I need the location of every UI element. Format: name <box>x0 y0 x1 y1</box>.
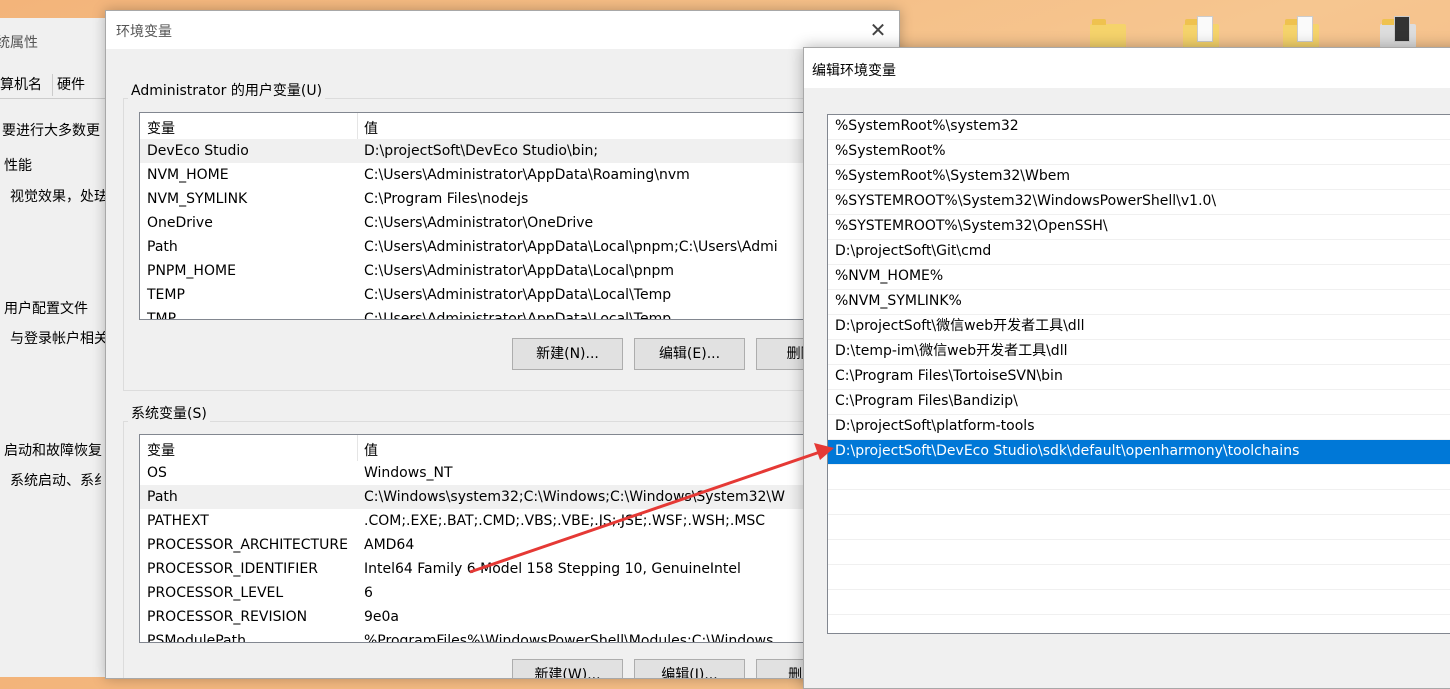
table-row[interactable]: NVM_HOME C:\Users\Administrator\AppData\R… <box>140 163 840 187</box>
startup-heading: 启动和故障恢复 <box>4 443 102 459</box>
list-item[interactable]: %SystemRoot% <box>828 140 1450 165</box>
user-vars-label: Administrator 的用户变量(U) <box>128 80 326 100</box>
system-edit-button[interactable]: 编辑(I)... <box>634 659 745 678</box>
empty-row[interactable] <box>828 540 1450 565</box>
table-row[interactable]: PSModulePath %ProgramFiles%\WindowsPowerS… <box>140 629 840 642</box>
window-title: 统属性 <box>0 35 38 51</box>
list-item[interactable]: C:\Program Files\Bandizip\ <box>828 390 1450 415</box>
close-icon[interactable]: ✕ <box>865 17 891 43</box>
window-title: 环境变量 <box>116 24 172 40</box>
empty-row[interactable] <box>828 490 1450 515</box>
empty-row[interactable] <box>828 565 1450 590</box>
list-item[interactable]: C:\Program Files\TortoiseSVN\bin <box>828 365 1450 390</box>
list-item[interactable]: %NVM_SYMLINK% <box>828 290 1450 315</box>
table-row[interactable]: PROCESSOR_ARCHITECTURE AMD64 <box>140 533 840 557</box>
tab-hardware[interactable]: 硬件 <box>52 74 87 96</box>
col-header-variable[interactable]: 变量 <box>147 118 175 138</box>
table-row[interactable]: TMP C:\Users\Administrator\AppData\Local\… <box>140 307 840 319</box>
table-row[interactable]: NVM_SYMLINK C:\Program Files\nodejs <box>140 187 840 211</box>
list-item[interactable]: %SystemRoot%\system32 <box>828 115 1450 140</box>
title-bar: 编辑环境变量 <box>804 48 1450 88</box>
list-item[interactable]: %SYSTEMROOT%\System32\OpenSSH\ <box>828 215 1450 240</box>
edit-environment-variable-window: 编辑环境变量 %SystemRoot%\system32 %SystemRoot… <box>803 47 1450 689</box>
table-row[interactable]: PROCESSOR_LEVEL 6 <box>140 581 840 605</box>
list-item-selected[interactable]: D:\projectSoft\DevEco Studio\sdk\default… <box>828 440 1450 465</box>
performance-heading: 性能 <box>4 158 32 174</box>
table-row[interactable]: PROCESSOR_IDENTIFIER Intel64 Family 6 Mod… <box>140 557 840 581</box>
user-vars-list[interactable]: 变量 值 DevEco Studio D:\projectSoft\DevEco … <box>139 112 841 320</box>
col-header-value[interactable]: 值 <box>364 118 378 138</box>
list-item[interactable]: %NVM_HOME% <box>828 265 1450 290</box>
table-row[interactable]: Path C:\Users\Administrator\AppData\Local… <box>140 235 840 259</box>
path-entries-list[interactable]: %SystemRoot%\system32 %SystemRoot% %Syst… <box>827 114 1450 634</box>
user-profiles-heading: 用户配置文件 <box>4 301 88 317</box>
col-header-variable[interactable]: 变量 <box>147 440 175 460</box>
tab-strip: 算机名 硬件 <box>0 70 107 99</box>
intro-text: 要进行大多数更 <box>2 123 100 139</box>
list-item[interactable]: D:\temp-im\微信web开发者工具\dll <box>828 340 1450 365</box>
empty-row[interactable] <box>828 515 1450 540</box>
system-properties-window: 统属性 算机名 硬件 要进行大多数更 性能 视觉效果，处珐 用户配置文件 与登录… <box>0 18 108 677</box>
list-item[interactable]: %SystemRoot%\System32\Wbem <box>828 165 1450 190</box>
list-item[interactable]: D:\projectSoft\Git\cmd <box>828 240 1450 265</box>
table-row[interactable]: PNPM_HOME C:\Users\Administrator\AppData\… <box>140 259 840 283</box>
performance-desc: 视觉效果，处珐 <box>10 189 108 205</box>
user-edit-button[interactable]: 编辑(E)... <box>634 338 745 370</box>
startup-desc: 系统启动、系纟 <box>10 473 108 489</box>
col-header-value[interactable]: 值 <box>364 440 378 460</box>
list-header: 变量 值 <box>140 435 840 461</box>
empty-row[interactable] <box>828 465 1450 490</box>
tab-computer-name[interactable]: 算机名 <box>0 74 44 96</box>
empty-row[interactable] <box>828 590 1450 615</box>
system-new-button[interactable]: 新建(W)... <box>512 659 623 678</box>
table-row[interactable]: OneDrive C:\Users\Administrator\OneDrive <box>140 211 840 235</box>
list-header: 变量 值 <box>140 113 840 139</box>
window-title: 编辑环境变量 <box>812 63 896 79</box>
list-item[interactable]: D:\projectSoft\微信web开发者工具\dll <box>828 315 1450 340</box>
table-row[interactable]: PROCESSOR_REVISION 9e0a <box>140 605 840 629</box>
system-vars-list[interactable]: 变量 值 OS Windows_NT Path C:\Windows\system3… <box>139 434 841 643</box>
list-item[interactable]: %SYSTEMROOT%\System32\WindowsPowerShell\… <box>828 190 1450 215</box>
user-profiles-desc: 与登录帐户相关 <box>10 331 108 347</box>
empty-row[interactable] <box>828 615 1450 633</box>
table-row[interactable]: OS Windows_NT <box>140 461 840 485</box>
table-row[interactable]: PATHEXT .COM;.EXE;.BAT;.CMD;.VBS;.VBE;.JS… <box>140 509 840 533</box>
list-item[interactable]: D:\projectSoft\platform-tools <box>828 415 1450 440</box>
user-new-button[interactable]: 新建(N)... <box>512 338 623 370</box>
table-row[interactable]: Path C:\Windows\system32;C:\Windows;C:\Wi… <box>140 485 840 509</box>
environment-variables-window: 环境变量 ✕ Administrator 的用户变量(U) 变量 值 DevEc… <box>105 10 900 679</box>
title-bar: 环境变量 ✕ <box>106 11 899 49</box>
table-row[interactable]: DevEco Studio D:\projectSoft\DevEco Studi… <box>140 139 840 163</box>
table-row[interactable]: TEMP C:\Users\Administrator\AppData\Local… <box>140 283 840 307</box>
system-vars-label: 系统变量(S) <box>128 403 210 423</box>
